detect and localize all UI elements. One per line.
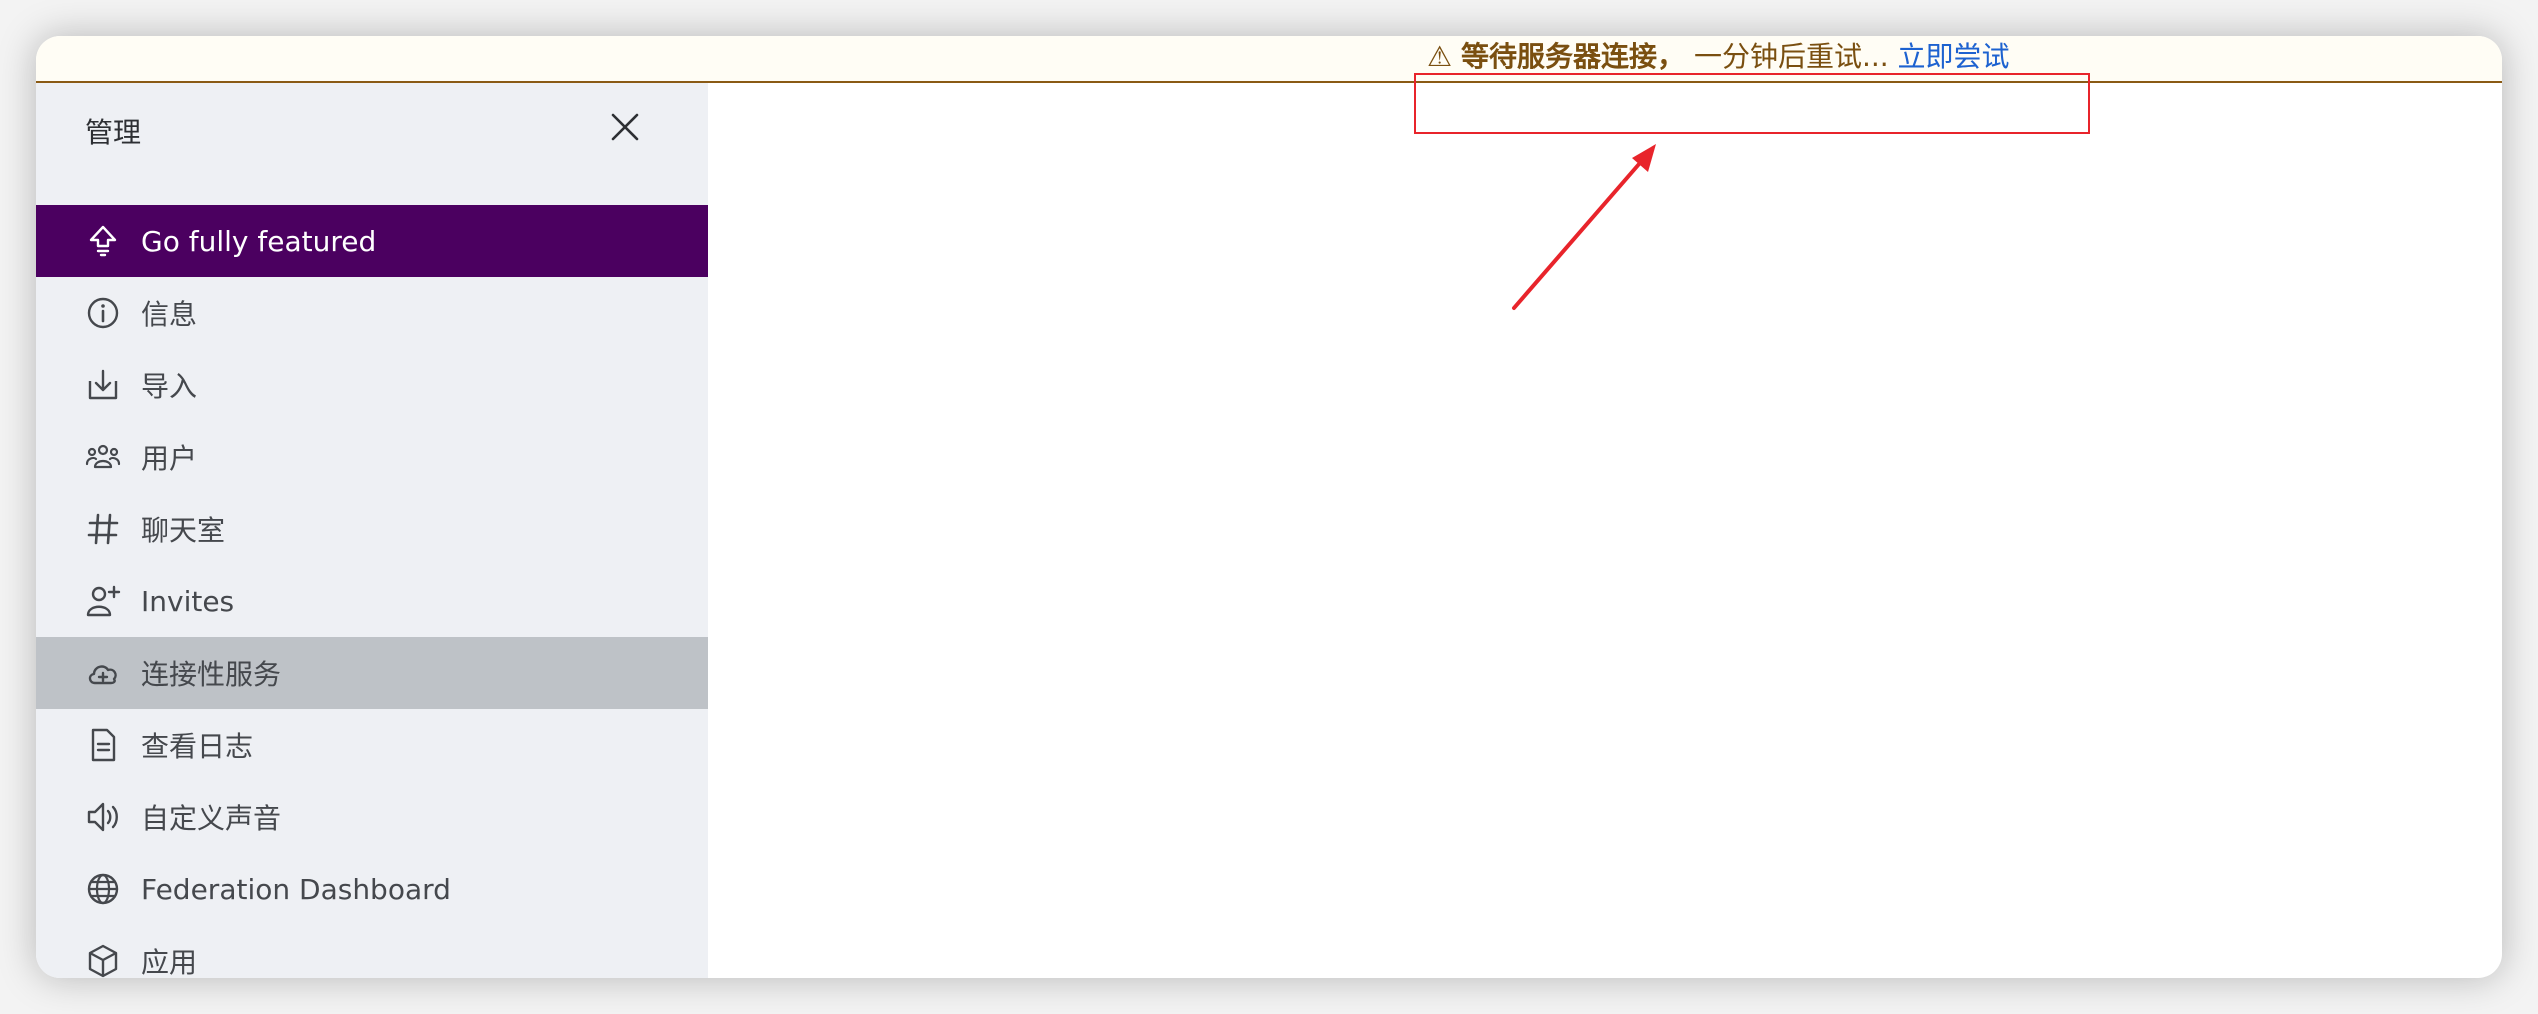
sidebar-title: 管理 (85, 116, 142, 149)
banner-message: ⚠ 等待服务器连接， 一分钟后重试... 立即尝试 (1427, 39, 2010, 75)
hashtag-icon (85, 511, 121, 547)
cube-icon (85, 943, 121, 978)
sidebar-item-label: 连接性服务 (141, 658, 282, 691)
banner-strong-text: 等待服务器连接， (1461, 40, 1686, 73)
upgrade-arrow-icon (85, 223, 121, 259)
cloud-plus-icon (85, 655, 121, 691)
sidebar-item-view-logs[interactable]: 查看日志 (36, 709, 708, 781)
sidebar-item-label: Invites (141, 584, 235, 618)
info-icon (85, 295, 121, 331)
sidebar-item-label: Federation Dashboard (141, 872, 451, 906)
sidebar-item-label: 应用 (141, 946, 198, 978)
admin-nav: Go fully featured 信息 导入 用户 聊天室 Invites 连… (36, 205, 708, 978)
sidebar-item-import[interactable]: 导入 (36, 349, 708, 421)
speaker-icon (85, 799, 121, 835)
sidebar-item-rooms[interactable]: 聊天室 (36, 493, 708, 565)
app-window: ⚠ 等待服务器连接， 一分钟后重试... 立即尝试 管理 Go fully fe… (36, 36, 2502, 978)
globe-icon (85, 871, 121, 907)
connection-warning-banner: ⚠ 等待服务器连接， 一分钟后重试... 立即尝试 (36, 36, 2502, 83)
document-icon (85, 727, 121, 763)
banner-retry-text: 一分钟后重试... (1693, 40, 1889, 73)
sidebar-item-label: 用户 (141, 442, 198, 475)
user-plus-icon (85, 583, 121, 619)
annotation-arrow-icon (1512, 144, 1656, 310)
sidebar-item-label: Go fully featured (141, 224, 377, 258)
sidebar-item-label: 聊天室 (141, 514, 226, 547)
sidebar-item-label: 信息 (141, 298, 198, 331)
sidebar-item-go-fully-featured[interactable]: Go fully featured (36, 205, 708, 277)
sidebar-item-users[interactable]: 用户 (36, 421, 708, 493)
retry-now-link[interactable]: 立即尝试 (1898, 40, 2010, 73)
sidebar-item-label: 查看日志 (141, 730, 254, 763)
warning-icon: ⚠ (1427, 40, 1453, 73)
sidebar-item-apps[interactable]: 应用 (36, 925, 708, 978)
sidebar-item-info[interactable]: 信息 (36, 277, 708, 349)
sidebar-item-label: 自定义声音 (141, 802, 282, 835)
sidebar-item-invites[interactable]: Invites (36, 565, 708, 637)
annotation-highlight-box (1414, 73, 2090, 134)
sidebar-item-label: 导入 (141, 370, 198, 403)
import-icon (85, 367, 121, 403)
sidebar-item-connectivity-services[interactable]: 连接性服务 (36, 637, 708, 709)
close-icon[interactable] (607, 109, 643, 145)
sidebar-item-federation-dashboard[interactable]: Federation Dashboard (36, 853, 708, 925)
admin-sidebar: 管理 Go fully featured 信息 导入 用户 聊天室 Invite… (36, 81, 708, 978)
users-icon (85, 439, 121, 475)
sidebar-item-custom-sounds[interactable]: 自定义声音 (36, 781, 708, 853)
